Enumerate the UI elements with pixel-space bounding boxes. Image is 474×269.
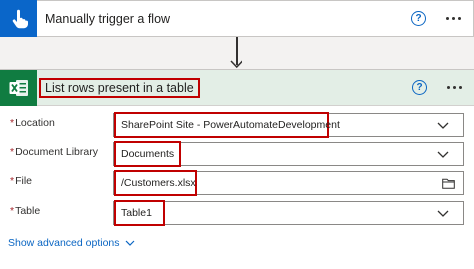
help-icon[interactable]: ? xyxy=(412,80,427,95)
location-dropdown[interactable]: SharePoint Site - PowerAutomateDevelopme… xyxy=(113,112,464,138)
field-label: *File xyxy=(10,175,33,187)
file-picker-field[interactable]: /Customers.xlsx xyxy=(113,170,464,196)
value-highlight: Table1 xyxy=(114,200,165,226)
folder-icon[interactable] xyxy=(442,178,455,189)
action-title-highlight: List rows present in a table xyxy=(39,77,200,98)
show-advanced-options-link[interactable]: Show advanced options xyxy=(8,237,135,249)
field-label: *Document Library xyxy=(10,146,98,158)
file-value: /Customers.xlsx xyxy=(121,177,196,189)
field-row-table: *Table Table1 xyxy=(0,200,474,226)
field-label: *Table xyxy=(10,205,41,217)
table-value: Table1 xyxy=(121,207,152,219)
field-row-location: *Location SharePoint Site - PowerAutomat… xyxy=(0,112,474,138)
hand-touch-icon xyxy=(0,0,37,37)
value-highlight: SharePoint Site - PowerAutomateDevelopme… xyxy=(114,112,340,138)
location-value: SharePoint Site - PowerAutomateDevelopme… xyxy=(121,119,340,131)
trigger-card[interactable]: Manually trigger a flow ? xyxy=(0,0,474,37)
more-options-icon[interactable] xyxy=(446,17,461,20)
table-dropdown[interactable]: Table1 xyxy=(113,200,464,226)
chevron-down-icon xyxy=(125,240,134,246)
flow-connector-arrow xyxy=(230,37,242,69)
document-library-dropdown[interactable]: Documents xyxy=(113,141,464,167)
chevron-down-icon[interactable] xyxy=(437,208,449,218)
help-icon[interactable]: ? xyxy=(411,11,426,26)
more-options-icon[interactable] xyxy=(447,86,462,89)
field-row-file: *File /Customers.xlsx xyxy=(0,170,474,196)
trigger-title: Manually trigger a flow xyxy=(45,11,171,26)
excel-icon xyxy=(0,69,37,106)
value-highlight: Documents xyxy=(114,141,181,167)
chevron-down-icon[interactable] xyxy=(437,149,449,159)
action-card-header[interactable]: List rows present in a table ? xyxy=(0,69,474,106)
action-title: List rows present in a table xyxy=(45,80,194,95)
document-library-value: Documents xyxy=(121,148,175,160)
field-label: *Location xyxy=(10,117,55,129)
field-row-document-library: *Document Library Documents xyxy=(0,141,474,167)
flow-designer-canvas: Manually trigger a flow ? List rows pres… xyxy=(0,0,474,269)
value-highlight: /Customers.xlsx xyxy=(114,170,197,196)
chevron-down-icon[interactable] xyxy=(437,120,449,130)
show-advanced-options-label: Show advanced options xyxy=(8,237,120,249)
